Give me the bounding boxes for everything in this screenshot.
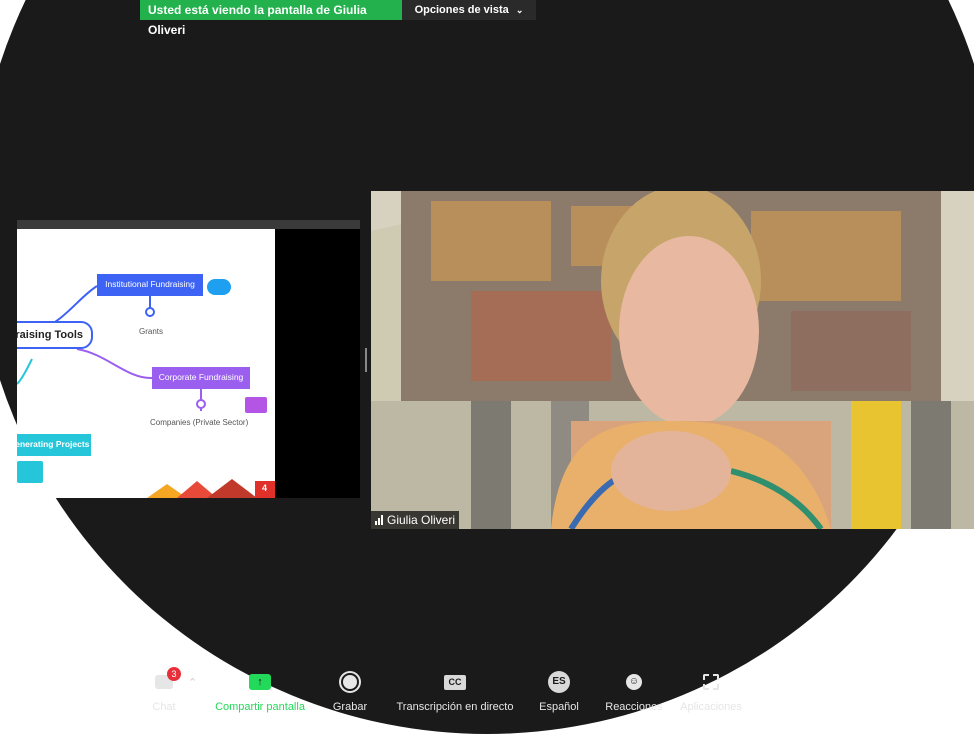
central-node: draising Tools	[17, 321, 93, 349]
slide-page-number-text: 4	[262, 483, 268, 493]
briefcase-icon	[245, 397, 267, 413]
video-feed	[371, 191, 974, 529]
label-grants-text: Grants	[139, 327, 164, 336]
node-corporate-fundraising: Corporate Fundraising	[152, 367, 250, 389]
node-institutional-label: Institutional Fundraising	[105, 279, 195, 289]
mindmap-connectors	[17, 285, 275, 498]
share-screen-icon: ↑	[249, 674, 271, 690]
label-companies: Companies (Private Sector)	[150, 418, 248, 427]
meeting-toolbar: 3 Chat ⌃ ↑ Compartir pantalla Grabar CC …	[0, 667, 974, 720]
language-button[interactable]: ES Español	[535, 668, 583, 713]
presentation-slide: draising Tools Institutional Fundraising…	[17, 229, 275, 498]
share-screen-label: Compartir pantalla	[215, 701, 305, 713]
label-grants: Grants	[139, 327, 163, 336]
participant-name-tag: Giulia Oliveri	[371, 511, 460, 529]
viewing-banner: Usted está viendo la pantalla de Giulia …	[140, 0, 402, 37]
reactions-icon: ☺	[626, 674, 642, 690]
reactions-button[interactable]: ☺ Reacciones	[603, 668, 665, 713]
share-screen-button[interactable]: ↑ Compartir pantalla	[210, 668, 310, 713]
cash-register-icon	[17, 461, 43, 483]
chat-label: Chat	[152, 701, 176, 713]
chat-options-chevron-icon[interactable]: ⌃	[188, 676, 197, 689]
piggy-bank-icon	[207, 279, 231, 295]
apps-button[interactable]: Aplicaciones	[678, 668, 744, 713]
chat-icon: 3	[155, 667, 181, 689]
view-options-label: Opciones de vista	[414, 4, 509, 16]
chat-button[interactable]: 3 Chat	[144, 667, 184, 713]
closed-captions-icon: CC	[444, 674, 466, 690]
node-corporate-label: Corporate Fundraising	[158, 372, 244, 382]
node-institutional-fundraising: Institutional Fundraising	[97, 274, 203, 296]
shared-screen[interactable]: draising Tools Institutional Fundraising…	[17, 220, 360, 498]
slide-page-number: 4	[262, 483, 267, 493]
view-options-button[interactable]: Opciones de vista ⌄	[402, 0, 536, 20]
node-generating-projects: Generating Projects	[17, 434, 91, 456]
live-transcription-label: Transcripción en directo	[396, 701, 514, 713]
live-transcription-button[interactable]: CC Transcripción en directo	[393, 668, 517, 713]
chevron-down-icon: ⌄	[515, 5, 524, 15]
apps-label: Aplicaciones	[680, 701, 742, 713]
shared-window-titlebar	[17, 220, 360, 229]
signal-strength-icon	[375, 515, 383, 525]
record-label: Grabar	[332, 701, 368, 713]
participant-name: Giulia Oliveri	[387, 513, 456, 527]
label-companies-text: Companies (Private Sector)	[150, 418, 249, 427]
record-icon	[341, 673, 359, 691]
record-button[interactable]: Grabar	[330, 668, 370, 713]
participant-video[interactable]	[371, 191, 974, 529]
apps-icon	[703, 674, 719, 690]
node-generating-label: Generating Projects	[17, 439, 90, 449]
split-view-handle[interactable]	[365, 348, 367, 372]
language-icon: ES	[548, 671, 570, 693]
language-label: Español	[539, 701, 579, 713]
central-node-title: draising Tools	[17, 329, 83, 341]
chat-badge: 3	[167, 667, 181, 681]
reactions-label: Reacciones	[605, 701, 663, 713]
